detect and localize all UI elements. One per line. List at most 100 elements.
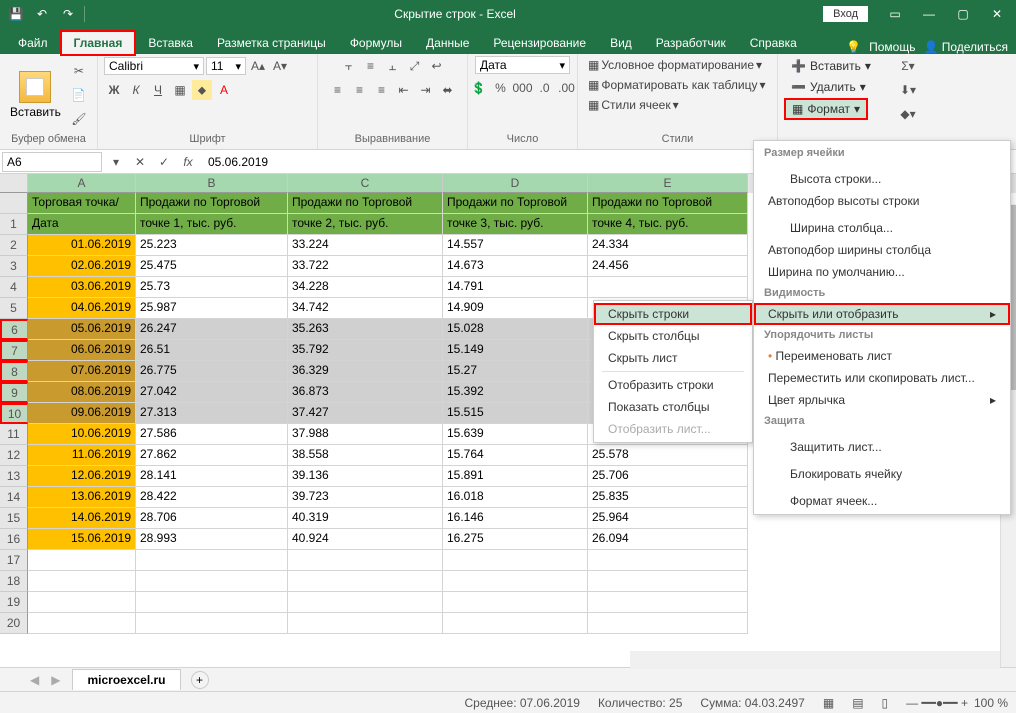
redo-icon[interactable]: ↷ bbox=[56, 3, 80, 25]
zoom-control[interactable]: — ━━●━━ + 100 % bbox=[906, 696, 1008, 710]
value-cell[interactable]: 26.247 bbox=[136, 319, 288, 340]
row-header[interactable]: 13 bbox=[0, 466, 28, 487]
format-as-table-button[interactable]: ▦ Форматировать как таблицу ▾ bbox=[584, 76, 770, 94]
value-cell[interactable]: 39.136 bbox=[288, 466, 443, 487]
value-cell[interactable]: 28.141 bbox=[136, 466, 288, 487]
date-cell[interactable]: 12.06.2019 bbox=[28, 466, 136, 487]
delete-cells-button[interactable]: ➖ Удалить ▾ bbox=[784, 77, 873, 97]
row-header[interactable]: 18 bbox=[0, 571, 28, 592]
value-cell[interactable]: 40.319 bbox=[288, 508, 443, 529]
value-cell[interactable]: 38.558 bbox=[288, 445, 443, 466]
row-header[interactable]: 15 bbox=[0, 508, 28, 529]
percent-icon[interactable]: % bbox=[491, 78, 511, 98]
cell-styles-button[interactable]: ▦ Стили ячеек ▾ bbox=[584, 96, 683, 114]
value-cell[interactable]: 24.456 bbox=[588, 256, 748, 277]
menu-item[interactable]: Высота строки... bbox=[754, 163, 1010, 190]
empty-cell[interactable] bbox=[443, 571, 588, 592]
fill-color-button[interactable]: ⬥ bbox=[192, 80, 212, 100]
sheet-nav-prev-icon[interactable]: ◀ bbox=[30, 673, 39, 687]
menu-item[interactable]: Скрыть или отобразить▸ bbox=[754, 303, 1010, 325]
row-header[interactable]: 8 bbox=[0, 361, 28, 382]
date-cell[interactable]: 15.06.2019 bbox=[28, 529, 136, 550]
fx-icon[interactable]: fx bbox=[178, 152, 198, 172]
view-break-icon[interactable]: ▯ bbox=[882, 696, 889, 710]
value-cell[interactable]: 15.639 bbox=[443, 424, 588, 445]
empty-cell[interactable] bbox=[288, 592, 443, 613]
menu-item[interactable]: Блокировать ячейку bbox=[754, 458, 1010, 485]
value-cell[interactable]: 14.557 bbox=[443, 235, 588, 256]
header-cell[interactable]: точке 3, тыс. руб. bbox=[443, 214, 588, 235]
menu-item[interactable]: Цвет ярлычка▸ bbox=[754, 389, 1010, 411]
value-cell[interactable]: 15.515 bbox=[443, 403, 588, 424]
border-button[interactable]: ▦ bbox=[170, 80, 190, 100]
value-cell[interactable]: 26.775 bbox=[136, 361, 288, 382]
row-header[interactable]: 12 bbox=[0, 445, 28, 466]
menu-item[interactable]: Переместить или скопировать лист... bbox=[754, 367, 1010, 389]
date-cell[interactable]: 05.06.2019 bbox=[28, 319, 136, 340]
date-cell[interactable]: 14.06.2019 bbox=[28, 508, 136, 529]
inc-decimal-icon[interactable]: .0 bbox=[535, 78, 555, 98]
dec-decimal-icon[interactable]: .00 bbox=[557, 78, 577, 98]
header-cell[interactable]: Продажи по Торговой bbox=[588, 193, 748, 214]
date-cell[interactable]: 11.06.2019 bbox=[28, 445, 136, 466]
header-cell[interactable]: Продажи по Торговой bbox=[288, 193, 443, 214]
tab-home[interactable]: Главная bbox=[60, 30, 137, 56]
value-cell[interactable]: 15.764 bbox=[443, 445, 588, 466]
empty-cell[interactable] bbox=[28, 613, 136, 634]
value-cell[interactable]: 34.228 bbox=[288, 277, 443, 298]
value-cell[interactable]: 36.873 bbox=[288, 382, 443, 403]
row-header[interactable]: 14 bbox=[0, 487, 28, 508]
font-name-combo[interactable]: Calibri▾ bbox=[104, 57, 204, 75]
enter-fx-icon[interactable]: ✓ bbox=[154, 152, 174, 172]
col-E[interactable]: E bbox=[588, 174, 748, 193]
empty-cell[interactable] bbox=[28, 592, 136, 613]
value-cell[interactable]: 26.094 bbox=[588, 529, 748, 550]
undo-icon[interactable]: ↶ bbox=[30, 3, 54, 25]
view-normal-icon[interactable]: ▦ bbox=[823, 696, 834, 710]
view-layout-icon[interactable]: ▤ bbox=[852, 696, 863, 710]
row-header[interactable]: 20 bbox=[0, 613, 28, 634]
number-format-combo[interactable]: Дата▾ bbox=[475, 56, 570, 74]
fill-icon[interactable]: ⬇▾ bbox=[898, 80, 918, 100]
empty-cell[interactable] bbox=[588, 550, 748, 571]
empty-cell[interactable] bbox=[288, 613, 443, 634]
row-header[interactable]: 10 bbox=[0, 403, 28, 424]
help-link[interactable]: Помощь bbox=[869, 40, 915, 54]
menu-item[interactable]: • Переименовать лист bbox=[754, 345, 1010, 367]
value-cell[interactable]: 25.706 bbox=[588, 466, 748, 487]
copy-icon[interactable]: 📄 bbox=[69, 85, 89, 105]
increase-font-icon[interactable]: A▴ bbox=[248, 56, 268, 76]
empty-cell[interactable] bbox=[136, 592, 288, 613]
align-middle-icon[interactable]: ≡ bbox=[361, 56, 381, 76]
italic-button[interactable]: К bbox=[126, 80, 146, 100]
date-cell[interactable]: 07.06.2019 bbox=[28, 361, 136, 382]
decrease-font-icon[interactable]: A▾ bbox=[270, 56, 290, 76]
value-cell[interactable]: 27.862 bbox=[136, 445, 288, 466]
value-cell[interactable]: 35.263 bbox=[288, 319, 443, 340]
value-cell[interactable]: 37.988 bbox=[288, 424, 443, 445]
header-cell[interactable]: Продажи по Торговой bbox=[136, 193, 288, 214]
currency-icon[interactable]: 💲 bbox=[469, 78, 489, 98]
select-all-corner[interactable] bbox=[0, 174, 28, 193]
menu-item[interactable]: Ширина по умолчанию... bbox=[754, 261, 1010, 283]
header-cell[interactable]: Продажи по Торговой bbox=[443, 193, 588, 214]
col-A[interactable]: A bbox=[28, 174, 136, 193]
value-cell[interactable]: 33.224 bbox=[288, 235, 443, 256]
value-cell[interactable]: 14.673 bbox=[443, 256, 588, 277]
date-cell[interactable]: 08.06.2019 bbox=[28, 382, 136, 403]
name-box-dropdown-icon[interactable]: ▾ bbox=[106, 152, 126, 172]
empty-cell[interactable] bbox=[288, 550, 443, 571]
indent-dec-icon[interactable]: ⇤ bbox=[394, 80, 414, 100]
value-cell[interactable]: 28.422 bbox=[136, 487, 288, 508]
empty-cell[interactable] bbox=[288, 571, 443, 592]
row-header[interactable]: 5 bbox=[0, 298, 28, 319]
align-left-icon[interactable]: ≡ bbox=[328, 80, 348, 100]
header-cell[interactable]: Дата bbox=[28, 214, 136, 235]
value-cell[interactable]: 36.329 bbox=[288, 361, 443, 382]
tab-review[interactable]: Рецензирование bbox=[481, 32, 598, 54]
status-average[interactable]: Среднее: 07.06.2019 bbox=[464, 696, 579, 710]
menu-item[interactable]: Скрыть лист bbox=[594, 347, 752, 369]
empty-cell[interactable] bbox=[588, 571, 748, 592]
value-cell[interactable]: 16.275 bbox=[443, 529, 588, 550]
menu-item[interactable]: Автоподбор высоты строки bbox=[754, 190, 1010, 212]
